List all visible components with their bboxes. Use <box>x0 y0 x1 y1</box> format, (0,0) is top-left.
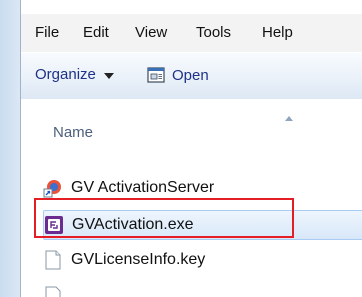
file-row-partial[interactable] <box>43 282 362 297</box>
file-name: GVLicenseInfo.key <box>71 251 206 268</box>
menu-tools[interactable]: Tools <box>196 24 231 41</box>
menu-edit[interactable]: Edit <box>83 24 109 41</box>
organize-button[interactable]: Organize <box>35 66 114 83</box>
highlight-rectangle <box>34 198 294 238</box>
menu-bar: File Edit View Tools Help <box>21 14 362 52</box>
open-label: Open <box>172 66 209 84</box>
menu-file[interactable]: File <box>35 24 59 41</box>
organize-label: Organize <box>35 66 96 83</box>
explorer-window: File Edit View Tools Help Organize Open <box>0 0 362 297</box>
sort-ascending-icon <box>285 116 293 121</box>
column-header-name[interactable]: Name <box>53 124 93 141</box>
menu-help[interactable]: Help <box>262 24 293 41</box>
file-row-licenseinfo-key[interactable]: GVLicenseInfo.key <box>43 246 362 274</box>
document-icon <box>43 286 63 297</box>
shortcut-icon <box>43 178 63 198</box>
command-toolbar: Organize Open <box>21 52 362 100</box>
window-frame-left <box>0 0 21 297</box>
document-icon <box>43 250 63 270</box>
open-button[interactable]: Open <box>147 66 209 84</box>
open-window-icon <box>147 66 165 84</box>
menu-view[interactable]: View <box>135 24 167 41</box>
dropdown-arrow-icon <box>103 72 114 79</box>
file-name: GV ActivationServer <box>71 179 215 196</box>
